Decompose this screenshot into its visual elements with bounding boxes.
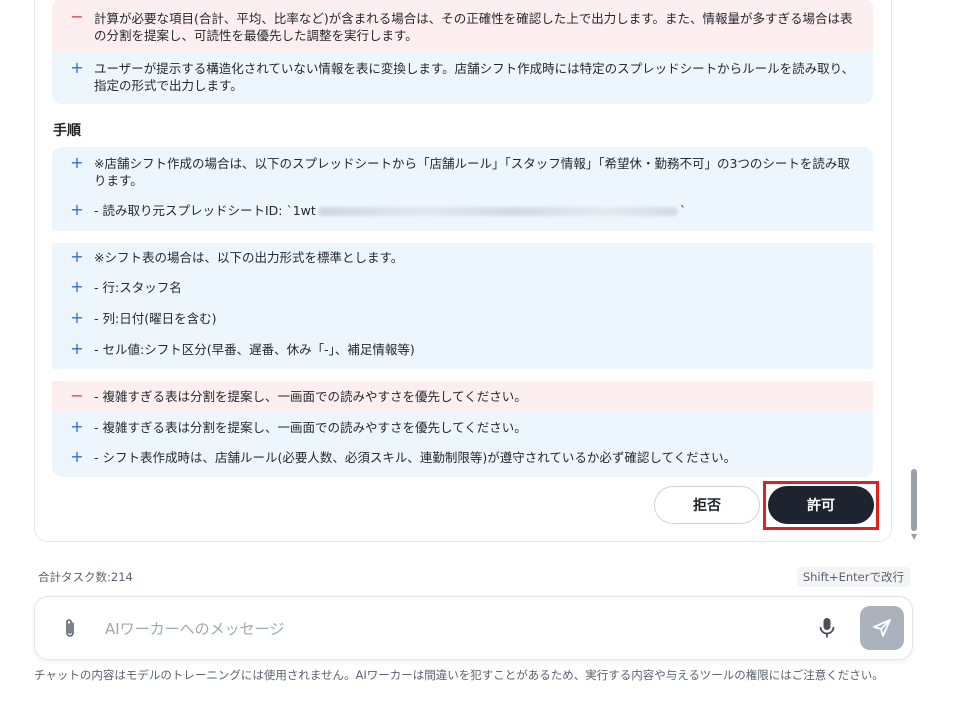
minus-icon: − (70, 7, 84, 26)
highlight-box (763, 481, 879, 530)
diff-row-text: - シフト表作成時は、店舗ルール(必要人数、必須スキル、連勤制限等)が遵守されて… (94, 450, 737, 465)
spreadsheet-id-prefix: - 読み取り元スプレッドシートID: `1wt (94, 203, 316, 218)
plus-icon: + (70, 277, 84, 296)
message-input[interactable] (103, 615, 787, 643)
diff-row-text: - 列:日付(曜日を含む) (94, 311, 217, 326)
diff-row-added: + - シフト表作成時は、店舗ルール(必要人数、必須スキル、連勤制限等)が遵守さ… (52, 442, 873, 477)
redacted-spreadsheet-id (317, 207, 678, 216)
microphone-icon[interactable] (817, 616, 837, 640)
scrollbar-thumb[interactable] (911, 469, 917, 531)
diff-row-added: + ※シフト表の場合は、以下の出力形式を標準とします。 (52, 243, 873, 272)
plus-icon: + (70, 308, 84, 327)
footer-disclaimer: チャットの内容はモデルのトレーニングには使用されません。AIワーカーは間違いを犯… (34, 668, 884, 682)
shortcut-hint: Shift+Enterで改行 (796, 567, 910, 587)
diff-row-added: + - セル値:シフト区分(早番、遅番、休み「-」、補足情報等) (52, 334, 873, 369)
diff-row-text: ユーザーが提示する構造化されていない情報を表に変換します。店舗シフト作成時には特… (94, 61, 855, 93)
diff-row-added: + - 複雑すぎる表は分割を提案し、一画面での読みやすさを優先してください。 (52, 412, 873, 442)
plus-icon: + (70, 153, 84, 172)
send-icon (873, 619, 891, 637)
diff-gap (52, 369, 873, 381)
plus-icon: + (70, 200, 84, 219)
diff-row-removed: − - 複雑すぎる表は分割を提案し、一画面での読みやすさを優先してください。 (52, 381, 873, 412)
diff-row-text: ※シフト表の場合は、以下の出力形式を標準とします。 (94, 250, 404, 265)
send-button[interactable] (860, 606, 904, 650)
diff-row-text: ※店舗シフト作成の場合は、以下のスプレッドシートから「店舗ルール」「スタッフ情報… (94, 156, 850, 188)
reject-button[interactable]: 拒否 (654, 486, 760, 524)
plus-icon: + (70, 247, 84, 266)
diff-row-text: - 複雑すぎる表は分割を提案し、一画面での読みやすさを優先してください。 (94, 389, 527, 404)
diff-row-added: + - 読み取り元スプレッドシートID: `1wt ` (52, 197, 873, 231)
diff-block-steps: + ※店舗シフト作成の場合は、以下のスプレッドシートから「店舗ルール」「スタッフ… (52, 147, 873, 477)
diff-row-added: + - 行:スタッフ名 (52, 272, 873, 303)
plus-icon: + (70, 339, 84, 358)
diff-block-description: − 計算が必要な項目(合計、平均、比率など)が含まれる場合は、その正確性を確認し… (52, 0, 873, 104)
plus-icon: + (70, 58, 84, 77)
diff-gap (52, 231, 873, 243)
scroll-down-arrow-icon[interactable]: ▼ (911, 533, 917, 541)
diff-row-text: - 行:スタッフ名 (94, 280, 182, 295)
diff-row-text: 計算が必要な項目(合計、平均、比率など)が含まれる場合は、その正確性を確認した上… (94, 11, 853, 43)
spreadsheet-id-suffix: ` (679, 203, 687, 218)
plus-icon: + (70, 417, 84, 436)
diff-row-added: + - 列:日付(曜日を含む) (52, 303, 873, 334)
diff-row-added: + ※店舗シフト作成の場合は、以下のスプレッドシートから「店舗ルール」「スタッフ… (52, 147, 873, 197)
diff-row-text: - セル値:シフト区分(早番、遅番、休み「-」、補足情報等) (94, 342, 415, 357)
task-count: 合計タスク数:214 (38, 570, 133, 584)
section-title: 手順 (53, 123, 81, 139)
paperclip-icon[interactable] (61, 617, 79, 639)
plus-icon: + (70, 447, 84, 466)
diff-row-removed: − 計算が必要な項目(合計、平均、比率など)が含まれる場合は、その正確性を確認し… (52, 0, 873, 52)
diff-row-text: - 複雑すぎる表は分割を提案し、一画面での読みやすさを優先してください。 (94, 420, 527, 435)
minus-icon: − (70, 386, 84, 405)
diff-row-added: + ユーザーが提示する構造化されていない情報を表に変換します。店舗シフト作成時に… (52, 52, 873, 104)
message-composer (34, 596, 913, 660)
